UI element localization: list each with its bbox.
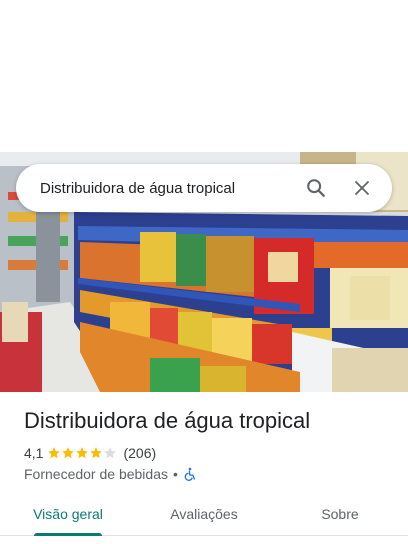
star-full-icon [76,447,89,459]
star-full-icon [62,447,75,459]
search-bar[interactable]: Distribuidora de água tropical [16,164,392,212]
close-icon [355,181,369,195]
tab-overview-label: Visão geral [33,505,103,522]
star-full-icon [48,447,61,459]
search-icon [307,179,325,197]
rating-stars [47,446,117,460]
category-row: Fornecedor de bebidas • [24,465,197,483]
wheelchair-icon [184,467,195,481]
review-count[interactable]: (206) [123,445,156,461]
close-button[interactable] [342,168,382,208]
tab-about[interactable]: Sobre [272,492,408,535]
star-full-icon [90,447,103,459]
place-tabs: Visão geral Avaliações Sobre [0,492,408,536]
tab-reviews-label: Avaliações [170,505,238,522]
separator-dot: • [173,466,178,482]
tab-overview[interactable]: Visão geral [0,492,136,536]
place-title: Distribuidora de água tropical [24,408,311,433]
star-empty-icon [104,447,117,459]
rating-row[interactable]: 4,1 (206) [24,444,156,462]
tab-reviews[interactable]: Avaliações [136,492,272,535]
search-button[interactable] [296,168,336,208]
rating-value: 4,1 [24,445,44,461]
tab-about-label: Sobre [321,505,359,522]
search-input[interactable]: Distribuidora de água tropical [40,180,296,197]
place-category: Fornecedor de bebidas [24,466,168,482]
